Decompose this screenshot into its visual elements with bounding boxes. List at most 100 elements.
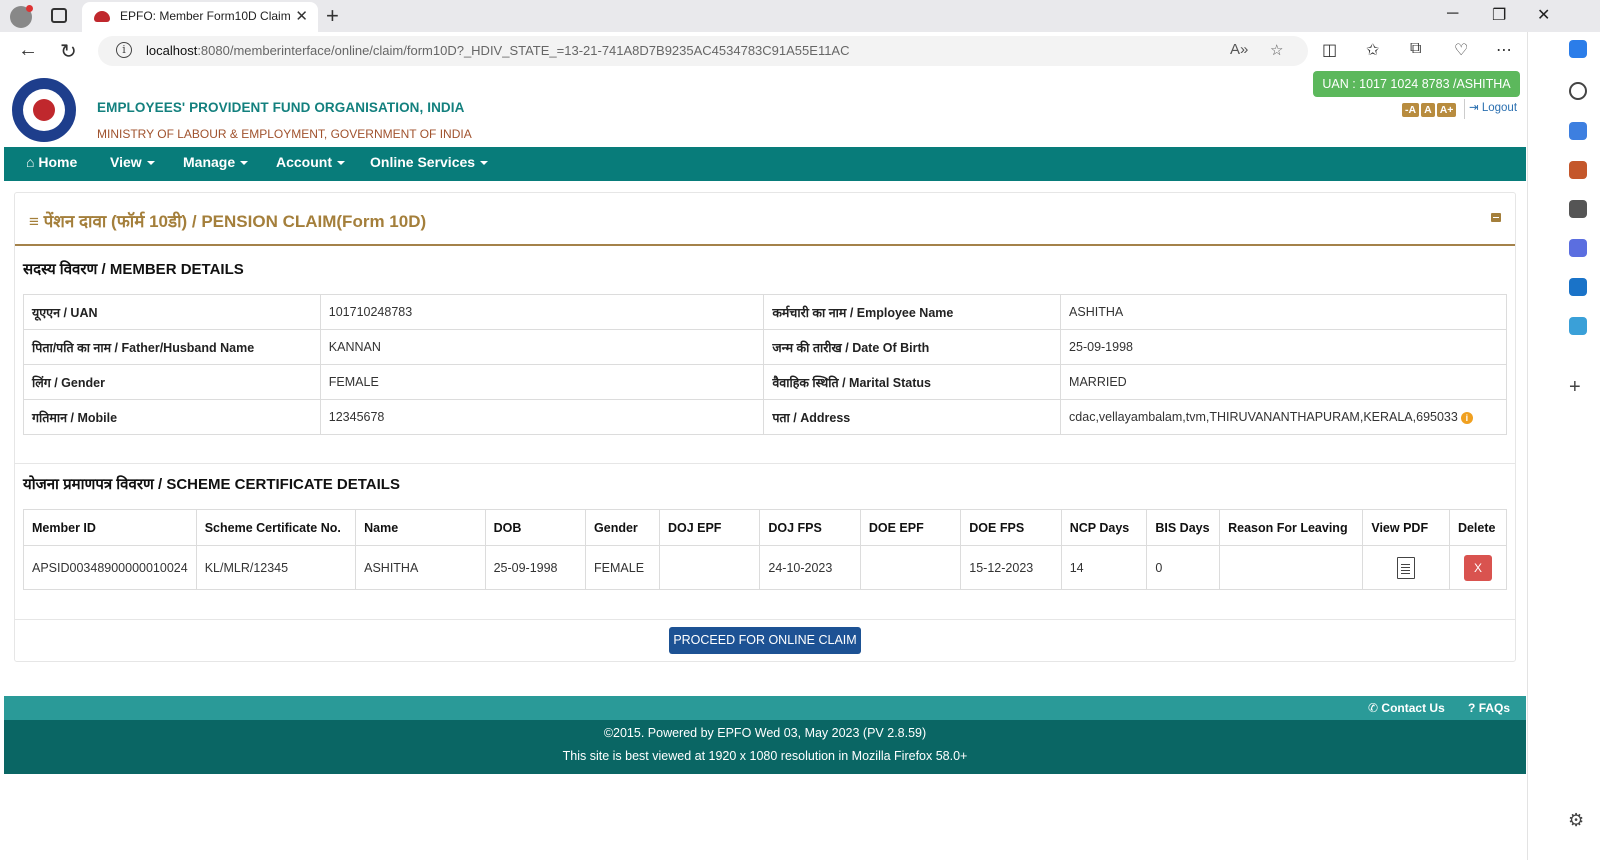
marital-status-label: वैवाहिक स्थिति / Marital Status xyxy=(763,364,1062,400)
back-icon[interactable]: ← xyxy=(18,39,38,62)
scheme-details-heading: योजना प्रमाणपत्र विवरण / SCHEME CERTIFIC… xyxy=(23,476,400,493)
col-dob: DOB xyxy=(484,509,587,546)
faqs-link[interactable]: ? FAQs xyxy=(1468,701,1510,715)
contact-us-link[interactable]: ✆ Contact Us xyxy=(1368,701,1445,715)
address-value: cdac,vellayambalam,tvm,THIRUVANANTHAPURA… xyxy=(1069,410,1458,424)
games-icon[interactable] xyxy=(1569,200,1587,218)
browser-tab-active[interactable]: EPFO: Member Form10D Claim ✕ xyxy=(82,2,318,32)
url-field[interactable]: i localhost:8080/memberinterface/online/… xyxy=(98,36,1308,66)
delete-button[interactable]: X xyxy=(1463,554,1492,581)
col-ncp-days: NCP Days xyxy=(1060,509,1148,546)
restore-icon[interactable]: ❐ xyxy=(1492,5,1506,25)
col-name: Name xyxy=(355,509,486,546)
phone-icon: ✆ xyxy=(1368,701,1379,715)
name-cell: ASHITHA xyxy=(355,545,486,590)
footer: ©2015. Powered by EPFO Wed 03, May 2023 … xyxy=(4,720,1526,774)
site-info-icon[interactable]: i xyxy=(116,42,132,58)
footer-links-bar: ✆ Contact Us ? FAQs xyxy=(4,696,1526,720)
search-icon[interactable] xyxy=(1569,82,1587,100)
page-content: EMPLOYEES' PROVIDENT FUND ORGANISATION, … xyxy=(4,70,1526,860)
nav-view[interactable]: View xyxy=(110,154,155,170)
col-scheme-cert-no: Scheme Certificate No. xyxy=(195,509,357,546)
workspaces-icon[interactable] xyxy=(51,8,67,23)
font-increase-button[interactable]: A+ xyxy=(1436,103,1457,117)
gender-cell: FEMALE xyxy=(585,545,660,590)
org-name: EMPLOYEES' PROVIDENT FUND ORGANISATION, … xyxy=(97,100,465,115)
more-menu-icon[interactable]: ⋯ xyxy=(1496,40,1512,60)
ministry-name: MINISTRY OF LABOUR & EMPLOYMENT, GOVERNM… xyxy=(97,127,472,141)
collections-icon[interactable]: ⧉ xyxy=(1410,40,1421,58)
col-doe-fps: DOE FPS xyxy=(960,509,1062,546)
outlook-icon[interactable] xyxy=(1569,278,1587,296)
favorite-star-icon[interactable]: ☆ xyxy=(1270,41,1283,59)
col-bis-days: BIS Days xyxy=(1146,509,1221,546)
scheme-details-table: Member ID Scheme Certificate No. Name DO… xyxy=(23,509,1508,590)
gender-label: लिंग / Gender xyxy=(23,364,321,400)
refresh-icon[interactable]: ↻ xyxy=(60,39,77,64)
uan-label: यूएएन / UAN xyxy=(23,294,321,330)
member-details-table: यूएएन / UAN 101710248783 कर्मचारी का नाम… xyxy=(23,294,1507,435)
nav-manage[interactable]: Manage xyxy=(183,154,249,170)
tab-title: EPFO: Member Form10D Claim xyxy=(120,9,291,23)
shopping-icon[interactable] xyxy=(1569,122,1587,140)
col-member-id: Member ID xyxy=(23,509,197,546)
read-aloud-icon[interactable]: A» xyxy=(1230,41,1248,58)
mobile-label: गतिमान / Mobile xyxy=(23,399,321,435)
document-icon[interactable] xyxy=(1397,556,1416,579)
copilot-icon[interactable] xyxy=(1569,40,1587,58)
col-doj-epf: DOJ EPF xyxy=(658,509,761,546)
send-icon[interactable] xyxy=(1569,317,1587,335)
doj-epf-cell xyxy=(658,545,761,590)
footer-copyright: ©2015. Powered by EPFO Wed 03, May 2023 … xyxy=(603,726,927,740)
father-name-label: पिता/पति का नाम / Father/Husband Name xyxy=(23,329,321,365)
edge-sidebar xyxy=(1527,32,1600,860)
bis-days-cell: 0 xyxy=(1146,545,1221,590)
tools-icon[interactable] xyxy=(1569,161,1587,179)
gender-value: FEMALE xyxy=(319,364,765,400)
logout-icon: ⇥ xyxy=(1469,102,1479,114)
doe-fps-cell: 15-12-2023 xyxy=(960,545,1062,590)
pension-claim-panel: ≡ पेंशन दावा (फॉर्म 10डी) / PENSION CLAI… xyxy=(14,192,1516,662)
nav-account[interactable]: Account xyxy=(276,154,345,170)
nav-online-services[interactable]: Online Services xyxy=(370,154,489,170)
dob-label: जन्म की तारीख / Date Of Birth xyxy=(763,329,1062,365)
dob-value: 25-09-1998 xyxy=(1060,329,1507,365)
proceed-online-claim-button[interactable]: PROCEED FOR ONLINE CLAIM xyxy=(669,627,861,654)
info-icon[interactable]: i xyxy=(1460,411,1473,424)
font-decrease-button[interactable]: -A xyxy=(1402,103,1420,117)
font-size-controls: -A A A+ xyxy=(1402,101,1458,117)
address-label: पता / Address xyxy=(763,399,1062,435)
divider xyxy=(15,619,1515,620)
new-tab-icon[interactable]: + xyxy=(326,3,339,29)
profile-icon[interactable] xyxy=(10,5,33,28)
nav-home[interactable]: ⌂ Home xyxy=(26,154,77,170)
office-icon[interactable] xyxy=(1569,239,1587,257)
close-tab-icon[interactable]: ✕ xyxy=(295,7,308,25)
table-row: पिता/पति का नाम / Father/Husband Name KA… xyxy=(23,329,1507,365)
collapse-icon[interactable] xyxy=(1491,213,1501,222)
uan-badge: UAN : 1017 1024 8783 /ASHITHA xyxy=(1313,71,1520,97)
table-header-row: Member ID Scheme Certificate No. Name DO… xyxy=(23,509,1508,546)
font-normal-button[interactable]: A xyxy=(1421,103,1435,117)
panel-header: ≡ पेंशन दावा (फॉर्म 10डी) / PENSION CLAI… xyxy=(15,193,1515,246)
favorites-icon[interactable]: ✩ xyxy=(1366,40,1379,60)
add-sidebar-icon[interactable]: + xyxy=(1569,376,1581,399)
col-view-pdf: View PDF xyxy=(1362,509,1450,546)
question-icon: ? xyxy=(1468,701,1476,715)
address-cell: cdac,vellayambalam,tvm,THIRUVANANTHAPURA… xyxy=(1060,399,1507,435)
minimize-icon[interactable]: ─ xyxy=(1447,5,1458,23)
home-icon: ⌂ xyxy=(26,154,35,170)
settings-gear-icon[interactable]: ⚙ xyxy=(1568,810,1584,831)
col-delete: Delete xyxy=(1448,509,1508,546)
extensions-icon[interactable]: ♡ xyxy=(1454,40,1468,60)
window-close-icon[interactable]: ✕ xyxy=(1537,5,1550,25)
delete-cell: X xyxy=(1448,545,1508,590)
col-doe-epf: DOE EPF xyxy=(859,509,962,546)
member-id-cell: APSID00348900000010024 xyxy=(23,545,197,590)
split-screen-icon[interactable]: ◫ xyxy=(1322,40,1337,60)
divider xyxy=(15,463,1515,464)
footer-resolution-note: This site is best viewed at 1920 x 1080 … xyxy=(562,749,968,763)
employee-name-label: कर्मचारी का नाम / Employee Name xyxy=(763,294,1062,330)
url-text: localhost:8080/memberinterface/online/cl… xyxy=(146,43,850,58)
logout-link[interactable]: ⇥ Logout xyxy=(1464,99,1517,119)
